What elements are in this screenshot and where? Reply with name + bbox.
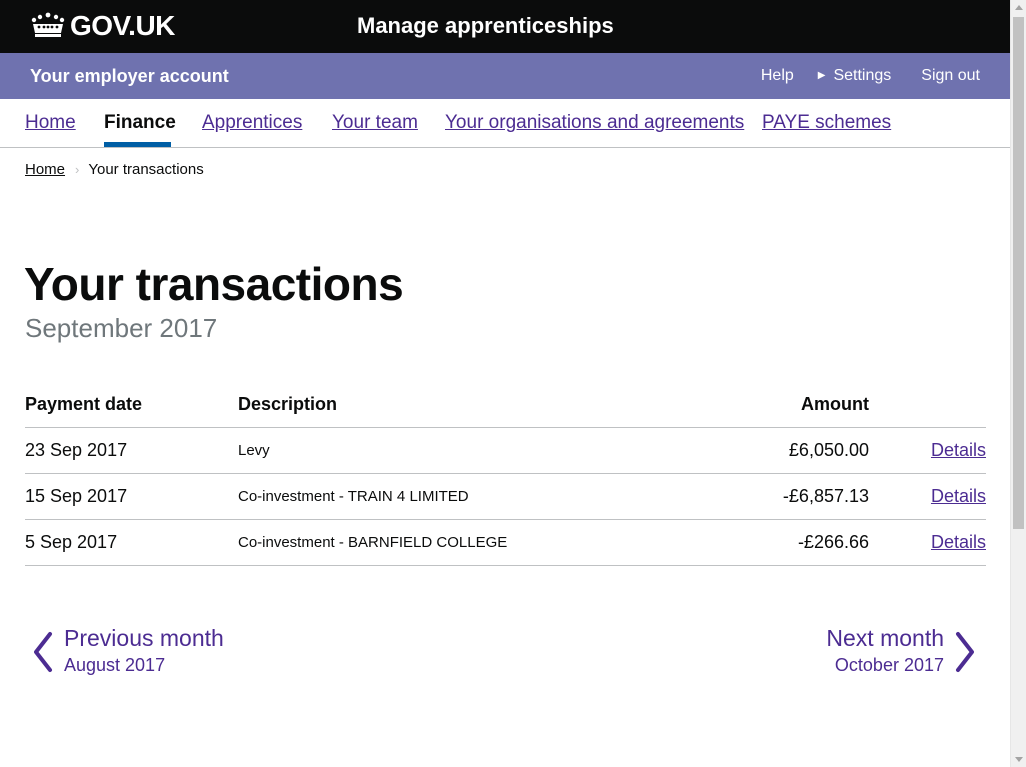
table-row: 23 Sep 2017 Levy £6,050.00 Details: [25, 427, 986, 474]
breadcrumb-home-link[interactable]: Home: [25, 161, 65, 179]
vertical-scrollbar[interactable]: [1010, 0, 1026, 767]
govuk-logo-text: GOV.UK: [70, 10, 175, 41]
breadcrumb-current: Your transactions: [88, 161, 204, 178]
table-header-row: Payment date Description Amount: [25, 381, 986, 428]
crown-icon: [30, 11, 66, 41]
table-row: 5 Sep 2017 Co-investment - BARNFIELD COL…: [25, 519, 986, 566]
previous-month-sub: August 2017: [64, 655, 166, 675]
previous-month-text: Previous month August 2017: [64, 624, 224, 678]
nav-item-home[interactable]: Home: [25, 111, 76, 135]
cell-description: Co-investment - BARNFIELD COLLEGE: [238, 519, 679, 566]
cell-description: Levy: [238, 427, 679, 474]
scroll-down-arrow-icon[interactable]: [1015, 757, 1023, 762]
details-link[interactable]: Details: [931, 532, 986, 552]
next-month-sub: October 2017: [834, 655, 944, 675]
next-month-text: Next month October 2017: [826, 624, 944, 678]
previous-month-label: Previous month: [64, 625, 224, 651]
cell-amount: -£266.66: [679, 519, 869, 566]
page-title: Your transactions: [24, 258, 404, 310]
service-name[interactable]: Manage apprenticeships: [357, 12, 614, 40]
details-link[interactable]: Details: [931, 440, 986, 460]
govuk-logo-link[interactable]: GOV.UK: [30, 10, 175, 42]
header-description: Description: [238, 381, 679, 428]
scrollbar-thumb[interactable]: [1013, 17, 1024, 529]
table-row: 15 Sep 2017 Co-investment - TRAIN 4 LIMI…: [25, 473, 986, 520]
next-month-label: Next month: [826, 625, 944, 651]
page-caption: September 2017: [25, 313, 218, 343]
details-link[interactable]: Details: [931, 486, 986, 506]
cell-date: 15 Sep 2017: [25, 473, 238, 520]
nav-item-paye-schemes[interactable]: PAYE schemes: [762, 111, 891, 135]
chevron-right-icon: ›: [75, 162, 80, 177]
sign-out-link[interactable]: Sign out: [921, 66, 980, 86]
settings-link[interactable]: ▶ Settings: [818, 66, 892, 86]
govuk-header: GOV.UK Manage apprenticeships: [0, 0, 1010, 53]
help-link[interactable]: Help: [761, 66, 794, 86]
cell-description: Co-investment - TRAIN 4 LIMITED: [238, 473, 679, 520]
cell-actions: Details: [869, 519, 986, 566]
cell-amount: £6,050.00: [679, 427, 869, 474]
nav-item-organisations-agreements[interactable]: Your organisations and agreements: [445, 111, 744, 135]
nav-item-finance[interactable]: Finance: [104, 111, 176, 135]
cell-actions: Details: [869, 427, 986, 474]
account-links: Help ▶ Settings Sign out: [761, 66, 980, 86]
cell-actions: Details: [869, 473, 986, 520]
cell-date: 5 Sep 2017: [25, 519, 238, 566]
header-payment-date: Payment date: [25, 381, 238, 428]
active-nav-indicator: [104, 142, 171, 147]
main-nav: Home Finance Apprentices Your team Your …: [0, 99, 1010, 148]
account-bar: Your employer account Help ▶ Settings Si…: [0, 53, 1010, 99]
cell-date: 23 Sep 2017: [25, 427, 238, 474]
scroll-up-arrow-icon[interactable]: [1015, 5, 1023, 10]
cell-amount: -£6,857.13: [679, 473, 869, 520]
nav-item-your-team[interactable]: Your team: [332, 111, 418, 135]
breadcrumb: Home › Your transactions: [25, 161, 204, 179]
nav-item-apprentices[interactable]: Apprentices: [202, 111, 302, 135]
header-actions: [869, 381, 986, 428]
transactions-table: Payment date Description Amount 23 Sep 2…: [25, 381, 986, 566]
next-month-link[interactable]: Next month October 2017: [826, 624, 978, 678]
header-amount: Amount: [679, 381, 869, 428]
page: GOV.UK Manage apprenticeships Your emplo…: [0, 0, 1010, 767]
account-title: Your employer account: [30, 66, 229, 86]
chevron-left-icon: [34, 632, 52, 672]
settings-label: Settings: [833, 67, 892, 84]
previous-month-link[interactable]: Previous month August 2017: [30, 624, 224, 678]
chevron-right-icon: [956, 632, 974, 672]
triangle-right-icon: ▶: [817, 70, 826, 81]
